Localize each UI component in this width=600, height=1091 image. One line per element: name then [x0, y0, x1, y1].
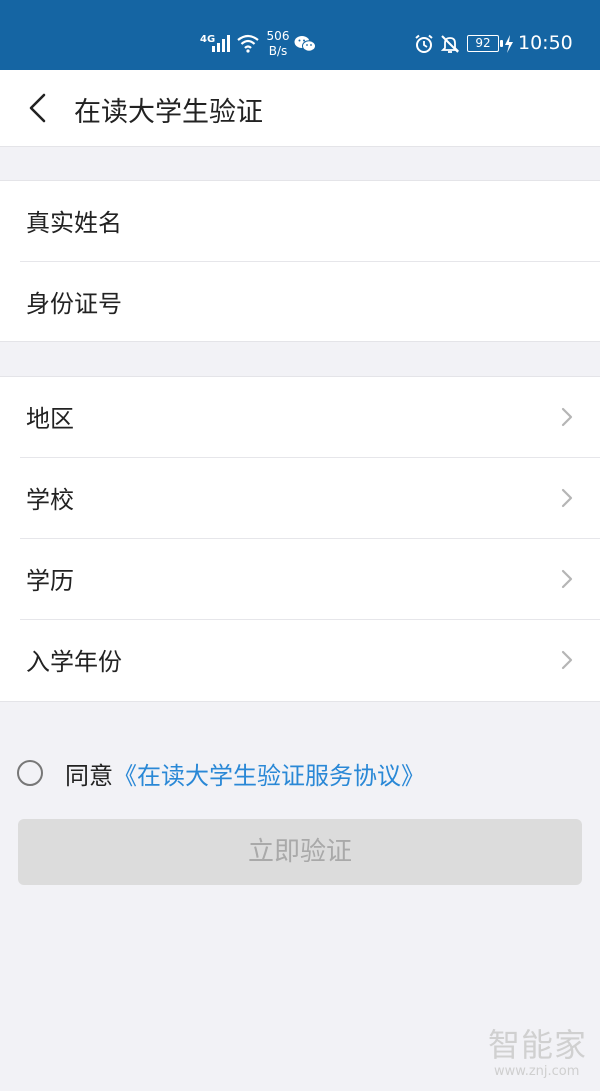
chevron-right-icon	[561, 488, 573, 508]
watermark-logo-text: 智能家	[488, 1026, 588, 1064]
region-label: 地区	[26, 405, 74, 433]
education-section: 地区 学校 学历 入学年份	[0, 376, 600, 702]
id-number-label: 身份证号	[26, 290, 122, 318]
network-speed: 506 B/s	[266, 29, 290, 59]
wechat-icon	[294, 36, 316, 52]
clock-time: 10:50	[518, 32, 573, 54]
charging-icon	[505, 35, 513, 53]
app-bar: 在读大学生验证	[0, 70, 600, 147]
school-select-row[interactable]: 学校	[0, 458, 600, 539]
agreement-row: 同意《在读大学生验证服务协议》	[17, 756, 587, 790]
network-speed-unit: B/s	[268, 44, 288, 58]
region-select-row[interactable]: 地区	[0, 377, 600, 458]
battery-level: 92	[467, 35, 499, 52]
bell-muted-icon	[440, 35, 460, 53]
signal-icon	[212, 35, 230, 52]
school-label: 学校	[26, 486, 74, 514]
chevron-right-icon	[561, 407, 573, 427]
watermark-url: www.znj.com	[494, 1064, 580, 1079]
agreement-prefix: 同意	[65, 762, 113, 790]
verify-now-button[interactable]: 立即验证	[18, 819, 582, 885]
back-arrow-icon[interactable]	[24, 92, 50, 124]
agreement-radio[interactable]	[17, 760, 43, 786]
battery-tip	[500, 40, 503, 47]
alarm-icon	[415, 34, 433, 53]
agreement-text: 同意《在读大学生验证服务协议》	[65, 756, 425, 791]
network-speed-value: 506	[266, 29, 290, 43]
enrollment-year-label: 入学年份	[26, 648, 122, 676]
identity-section: 真实姓名 身份证号	[0, 180, 600, 342]
watermark: 智能家 www.znj.com	[488, 1020, 593, 1082]
status-bar: 4G 506 B/s 92 10:50	[0, 0, 600, 70]
wifi-icon	[237, 34, 259, 53]
enrollment-year-select-row[interactable]: 入学年份	[0, 620, 600, 701]
chevron-right-icon	[561, 650, 573, 670]
education-level-label: 学历	[26, 567, 74, 595]
agreement-link[interactable]: 《在读大学生验证服务协议》	[113, 762, 425, 790]
education-level-select-row[interactable]: 学历	[0, 539, 600, 620]
page-title: 在读大学生验证	[74, 97, 263, 128]
real-name-label: 真实姓名	[26, 209, 122, 237]
chevron-right-icon	[561, 569, 573, 589]
id-number-field[interactable]: 身份证号	[0, 262, 600, 343]
real-name-field[interactable]: 真实姓名	[0, 181, 600, 262]
